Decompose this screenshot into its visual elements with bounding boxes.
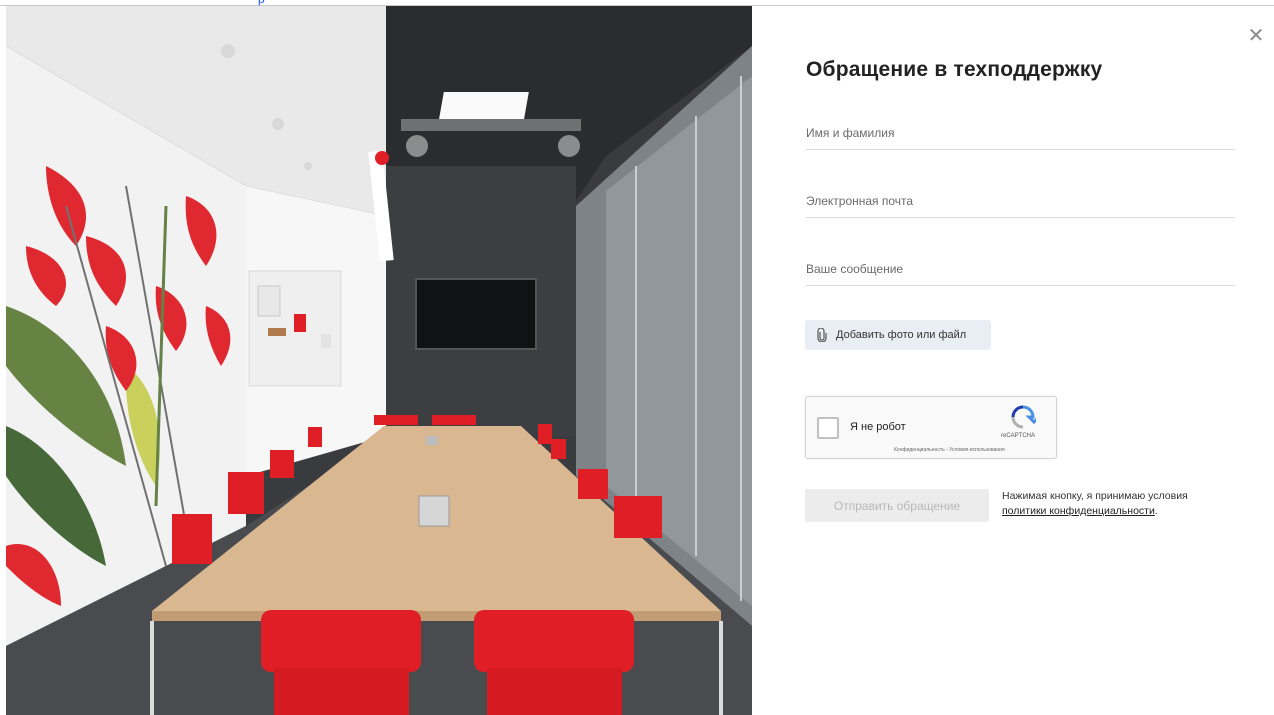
recaptcha-label: Я не робот	[850, 421, 906, 433]
meeting-room-photo	[6, 6, 752, 715]
submit-button[interactable]: Отправить обращение	[805, 489, 989, 522]
support-modal: ✕ Обращение в техподдержку Добавить фото…	[6, 6, 1274, 715]
recaptcha-checkbox[interactable]	[817, 417, 839, 439]
email-field-wrapper	[806, 186, 1235, 218]
attach-file-label: Добавить фото или файл	[836, 329, 967, 341]
recaptcha-links[interactable]: Конфиденциальность - Условия использован…	[894, 447, 1005, 453]
email-field[interactable]	[806, 186, 1235, 216]
terms-prefix: Нажимая кнопку, я принимаю условия	[1002, 490, 1188, 502]
name-field-wrapper	[806, 118, 1235, 150]
name-field[interactable]	[806, 118, 1235, 148]
message-field-wrapper	[806, 254, 1235, 286]
attach-file-button[interactable]: Добавить фото или файл	[805, 320, 991, 350]
blue-link-fragment: р	[258, 0, 270, 5]
close-icon[interactable]: ✕	[1246, 26, 1266, 46]
message-field[interactable]	[806, 254, 1235, 284]
page-title: Обращение в техподдержку	[806, 58, 1103, 81]
recaptcha-widget: Я не робот reCAPTCHA Конфиденциальность …	[805, 396, 1057, 459]
privacy-policy-link[interactable]: политики конфиденциальности	[1002, 505, 1155, 517]
recaptcha-logo-icon	[1011, 405, 1036, 429]
terms-suffix: .	[1154, 505, 1158, 517]
terms-text: Нажимая кнопку, я принимаю условия полит…	[1002, 489, 1242, 519]
paperclip-icon	[817, 328, 827, 342]
recaptcha-brand: reCAPTCHA	[1001, 433, 1036, 439]
